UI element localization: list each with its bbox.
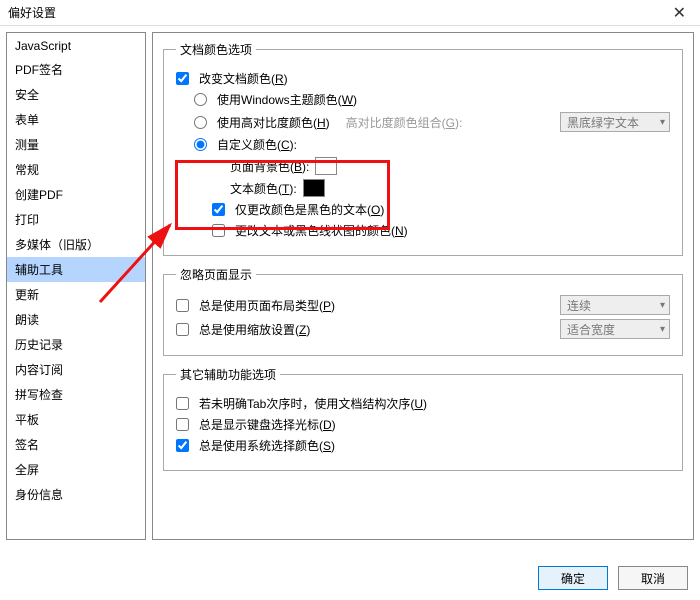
use-highcontrast-label: 使用高对比度颜色(H) [217,114,330,131]
hc-combo-value: 黑底绿字文本 [567,114,639,131]
fg-color-row: 文本颜色(T): [176,179,670,197]
sidebar-item[interactable]: 全屏 [7,457,145,482]
ok-button[interactable]: 确定 [538,566,608,590]
tab-order-row[interactable]: 若未明确Tab次序时，使用文档结构次序(U) [176,395,670,412]
chevron-down-icon: ▾ [660,324,665,335]
sidebar-item[interactable]: 辅助工具 [7,257,145,282]
zoom-label: 总是使用缩放设置(Z) [199,321,310,338]
close-icon[interactable]: ✕ [667,3,692,23]
sidebar-item[interactable]: 测量 [7,132,145,157]
vector-art-label: 更改文本或黑色线状图的颜色(N) [235,222,408,239]
layout-row[interactable]: 总是使用页面布局类型(P) 连续 ▾ [176,295,670,315]
sidebar-item[interactable]: 平板 [7,407,145,432]
tab-order-checkbox[interactable] [176,397,189,410]
settings-panel: 文档颜色选项 改变文档颜色(R) 使用Windows主题颜色(W) 使用高对比度… [152,32,694,540]
sidebar-item[interactable]: PDF签名 [7,57,145,82]
cancel-button[interactable]: 取消 [618,566,688,590]
bg-color-row: 页面背景色(B): [176,157,670,175]
sidebar-item[interactable]: 内容订阅 [7,357,145,382]
sys-color-row[interactable]: 总是使用系统选择颜色(S) [176,437,670,454]
use-windows-label: 使用Windows主题颜色(W) [217,91,357,108]
sidebar-item[interactable]: 签名 [7,432,145,457]
tab-order-label: 若未明确Tab次序时，使用文档结构次序(U) [199,395,427,412]
vector-art-row[interactable]: 更改文本或黑色线状图的颜色(N) [176,222,670,239]
sys-color-checkbox[interactable] [176,439,189,452]
sidebar-item[interactable]: JavaScript [7,35,145,57]
sidebar-item[interactable]: 多媒体（旧版） [7,232,145,257]
window-title: 偏好设置 [8,4,56,21]
doc-colors-group: 文档颜色选项 改变文档颜色(R) 使用Windows主题颜色(W) 使用高对比度… [163,41,683,256]
kb-cursor-label: 总是显示键盘选择光标(D) [199,416,336,433]
sidebar-item[interactable]: 安全 [7,82,145,107]
sidebar-item[interactable]: 身份信息 [7,482,145,507]
ignore-page-legend: 忽略页面显示 [176,266,256,283]
category-sidebar[interactable]: JavaScriptPDF签名安全表单测量常规创建PDF打印多媒体（旧版）辅助工… [6,32,146,540]
sidebar-item[interactable]: 常规 [7,157,145,182]
hc-combo-label: 高对比度颜色组合(G): [346,114,463,131]
sidebar-item[interactable]: 更新 [7,282,145,307]
titlebar: 偏好设置 ✕ [0,0,700,26]
zoom-checkbox[interactable] [176,323,189,336]
zoom-combo[interactable]: 适合宽度 ▾ [560,319,670,339]
zoom-combo-value: 适合宽度 [567,321,615,338]
chevron-down-icon: ▾ [660,300,665,311]
layout-label: 总是使用页面布局类型(P) [199,297,335,314]
bg-color-swatch[interactable] [315,157,337,175]
kb-cursor-checkbox[interactable] [176,418,189,431]
change-colors-row[interactable]: 改变文档颜色(R) [176,70,670,87]
layout-combo-value: 连续 [567,297,591,314]
use-highcontrast-row[interactable]: 使用高对比度颜色(H) 高对比度颜色组合(G): 黑底绿字文本 ▾ [176,112,670,132]
only-black-label: 仅更改颜色是黑色的文本(O) [235,201,384,218]
layout-checkbox[interactable] [176,299,189,312]
vector-art-checkbox[interactable] [212,224,225,237]
other-a11y-group: 其它辅助功能选项 若未明确Tab次序时，使用文档结构次序(U) 总是显示键盘选择… [163,366,683,471]
sidebar-item[interactable]: 朗读 [7,307,145,332]
change-colors-label: 改变文档颜色(R) [199,70,288,87]
dialog-footer: 确定 取消 [538,566,688,590]
only-black-row[interactable]: 仅更改颜色是黑色的文本(O) [176,201,670,218]
zoom-row[interactable]: 总是使用缩放设置(Z) 适合宽度 ▾ [176,319,670,339]
hc-combo[interactable]: 黑底绿字文本 ▾ [560,112,670,132]
fg-color-swatch[interactable] [303,179,325,197]
only-black-checkbox[interactable] [212,203,225,216]
sidebar-item[interactable]: 打印 [7,207,145,232]
bg-color-label: 页面背景色(B): [230,158,309,175]
custom-color-label: 自定义颜色(C): [217,136,297,153]
content-pane: JavaScriptPDF签名安全表单测量常规创建PDF打印多媒体（旧版）辅助工… [0,26,700,546]
chevron-down-icon: ▾ [660,117,665,128]
custom-color-radio[interactable] [194,138,207,151]
use-windows-radio[interactable] [194,93,207,106]
change-colors-checkbox[interactable] [176,72,189,85]
custom-color-row[interactable]: 自定义颜色(C): [176,136,670,153]
fg-color-label: 文本颜色(T): [230,180,297,197]
doc-colors-legend: 文档颜色选项 [176,41,256,58]
sidebar-item[interactable]: 拼写检查 [7,382,145,407]
ignore-page-group: 忽略页面显示 总是使用页面布局类型(P) 连续 ▾ 总是使用缩放设置(Z) 适合… [163,266,683,356]
sidebar-item[interactable]: 历史记录 [7,332,145,357]
use-windows-row[interactable]: 使用Windows主题颜色(W) [176,91,670,108]
use-highcontrast-radio[interactable] [194,116,207,129]
kb-cursor-row[interactable]: 总是显示键盘选择光标(D) [176,416,670,433]
sys-color-label: 总是使用系统选择颜色(S) [199,437,335,454]
other-a11y-legend: 其它辅助功能选项 [176,366,280,383]
sidebar-item[interactable]: 创建PDF [7,182,145,207]
sidebar-item[interactable]: 表单 [7,107,145,132]
layout-combo[interactable]: 连续 ▾ [560,295,670,315]
